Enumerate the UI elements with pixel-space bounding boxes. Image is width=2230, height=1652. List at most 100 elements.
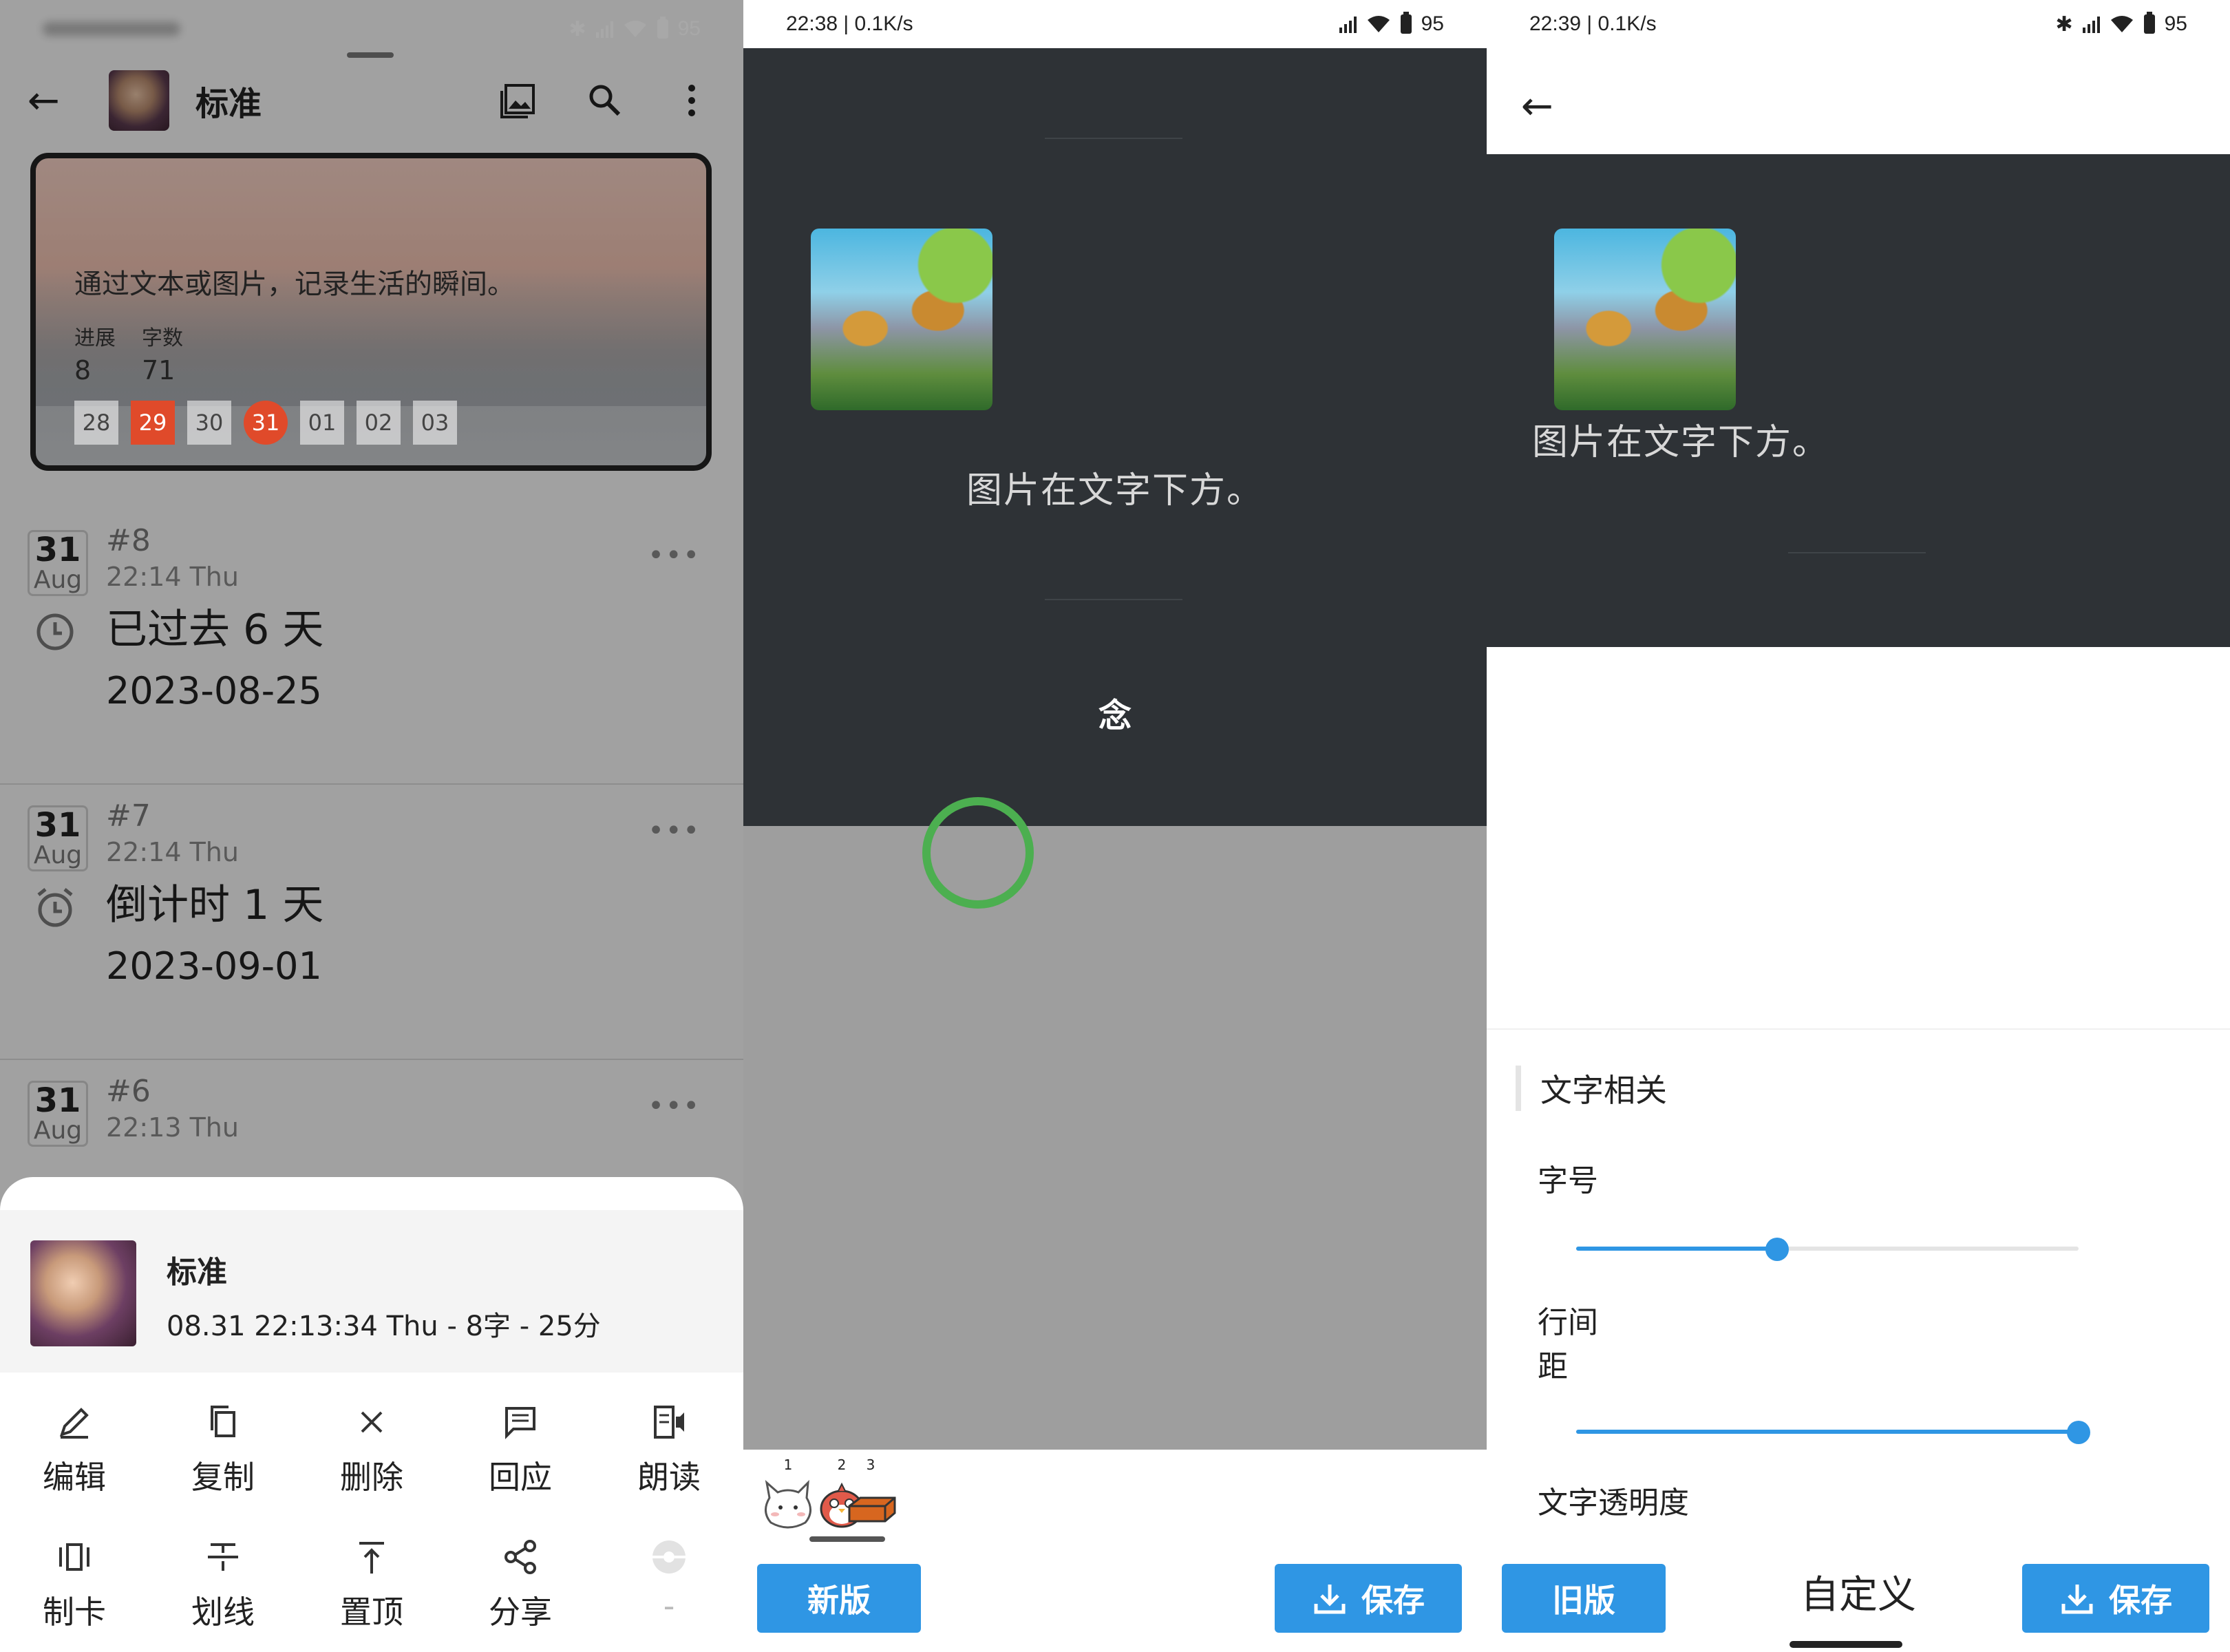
save-button[interactable]: 保存 (2022, 1564, 2209, 1633)
line-spacing-label: 行间 (1538, 1305, 1598, 1340)
battery-icon (657, 17, 668, 39)
gallery-icon[interactable] (494, 76, 542, 125)
diary-list-panel: ✱ 95 ← 标准 通过文本或图片，记录生活的瞬间。 进展 8 字数 71 28… (0, 0, 743, 1652)
divider (1487, 1028, 2230, 1030)
action-label: - (663, 1587, 675, 1624)
pencil-icon (55, 1397, 94, 1447)
card-caption: 图片在文字下方。 (966, 470, 1264, 511)
drag-handle[interactable] (347, 52, 394, 58)
read-aloud-button[interactable]: 朗读 (595, 1397, 743, 1521)
alarm-icon (37, 888, 73, 927)
status-bar: 22:39 | 0.1K/s ✱ 95 (1487, 0, 2230, 48)
day-chip[interactable]: 03 (413, 401, 457, 445)
make-card-button[interactable]: 制卡 (0, 1532, 149, 1652)
slider-thumb[interactable] (2067, 1421, 2090, 1444)
stat-value: 8 (74, 355, 92, 385)
date-badge: 31 Aug (28, 530, 88, 596)
section-accent-bar (1516, 1066, 1521, 1111)
status-time: 22:38 | 0.1K/s (786, 12, 913, 35)
day-chip[interactable]: 01 (300, 401, 344, 445)
preview-backdrop (743, 826, 1487, 1450)
more-horizontal-icon[interactable]: ••• (648, 815, 701, 847)
more-horizontal-icon[interactable]: ••• (648, 540, 701, 571)
brick-sticker-icon (848, 1496, 896, 1523)
back-arrow-icon[interactable]: ← (28, 78, 76, 123)
customize-panel: 22:39 | 0.1K/s ✱ 95 ← 图片在文字下方。 文字相关 字号 行… (1487, 0, 2230, 1652)
date-month: Aug (33, 841, 83, 869)
list-item[interactable]: 31 Aug #8 22:14 Thu ••• 已过去 6 天 2023-08-… (0, 509, 743, 785)
more-vertical-icon[interactable] (668, 76, 716, 125)
style-option[interactable]: 3 (833, 1457, 909, 1539)
clock-icon (36, 613, 74, 650)
wifi-icon (624, 21, 646, 37)
style-index: 3 (866, 1457, 875, 1473)
style-picker: 1 2 3 (743, 1450, 1487, 1550)
share-icon (501, 1532, 540, 1582)
old-version-button[interactable]: 旧版 (1502, 1564, 1666, 1633)
signal-icon (595, 20, 613, 38)
disabled-action-button: - (595, 1532, 743, 1652)
entry-time: 22:14 Thu (106, 837, 239, 867)
date-badge: 31 Aug (28, 805, 88, 871)
day-chip-marked[interactable]: 29 (131, 401, 175, 445)
sheet-header: 标准 08.31 22:13:34 Thu - 8字 - 25分 (0, 1210, 743, 1373)
strikethrough-button[interactable]: 划线 (149, 1532, 297, 1652)
day-chip[interactable]: 30 (187, 401, 231, 445)
strikethrough-icon (204, 1532, 242, 1582)
more-horizontal-icon[interactable]: ••• (648, 1090, 701, 1122)
day-chip[interactable]: 02 (357, 401, 401, 445)
summary-card[interactable]: 通过文本或图片，记录生活的瞬间。 进展 8 字数 71 28 29 30 31 … (30, 153, 712, 471)
avatar[interactable] (109, 70, 169, 131)
status-bar: 22:38 | 0.1K/s 95 (743, 0, 1487, 48)
save-button[interactable]: 保存 (1275, 1564, 1462, 1633)
delete-button[interactable]: 删除 (297, 1397, 446, 1521)
entry-heading: 已过去 6 天 (106, 606, 324, 654)
save-button-label: 保存 (1361, 1582, 1425, 1619)
download-icon (2061, 1585, 2093, 1614)
entry-time: 22:14 Thu (106, 562, 239, 592)
entry-number: #7 (106, 798, 151, 834)
share-button[interactable]: 分享 (446, 1532, 595, 1652)
slider-fill (1576, 1430, 2079, 1434)
sheet-meta: 08.31 22:13:34 Thu - 8字 - 25分 (167, 1311, 601, 1342)
edit-button[interactable]: 编辑 (0, 1397, 149, 1521)
signal-icon (2082, 15, 2100, 33)
battery-level: 95 (1421, 12, 1444, 35)
stat-progress: 进展 8 (74, 321, 116, 385)
wifi-icon (1367, 16, 1390, 32)
card-image (811, 229, 992, 410)
entry-number: #8 (106, 523, 151, 558)
divider (1045, 138, 1182, 139)
wifi-icon (2110, 16, 2133, 32)
action-label: 划线 (191, 1593, 255, 1631)
status-time: 22:39 | 0.1K/s (1529, 12, 1657, 35)
line-spacing-label-cont: 距 (1538, 1349, 1568, 1384)
search-icon[interactable] (581, 76, 629, 125)
list-item[interactable]: 31 Aug #7 22:14 Thu ••• 倒计时 1 天 2023-09-… (0, 785, 743, 1060)
action-label: 制卡 (43, 1593, 106, 1631)
action-label: 回应 (489, 1459, 552, 1496)
stat-label: 字数 (142, 326, 183, 350)
pin-top-button[interactable]: 置顶 (297, 1532, 446, 1652)
entry-time: 22:13 Thu (106, 1112, 239, 1143)
back-arrow-icon[interactable]: ← (1521, 84, 1553, 129)
tab-indicator (1790, 1641, 1902, 1648)
copy-button[interactable]: 复制 (149, 1397, 297, 1521)
stat-value: 71 (142, 355, 176, 385)
slider-thumb[interactable] (1765, 1238, 1789, 1261)
day-chip-today[interactable]: 31 (244, 401, 288, 445)
blurred-status-text (43, 22, 180, 36)
reply-button[interactable]: 回应 (446, 1397, 595, 1521)
day-chip[interactable]: 28 (74, 401, 118, 445)
new-version-button[interactable]: 新版 (757, 1564, 921, 1633)
tab-customize[interactable]: 自定义 (1762, 1564, 1955, 1620)
date-day: 31 (34, 531, 81, 569)
font-size-slider[interactable] (1576, 1235, 2079, 1262)
line-spacing-slider[interactable] (1576, 1418, 2090, 1446)
bluetooth-icon: ✱ (569, 17, 586, 41)
toolbar: ← (1487, 58, 2230, 154)
text-opacity-label: 文字透明度 (1538, 1485, 1689, 1521)
bluetooth-icon: ✱ (2055, 12, 2073, 36)
battery-level: 95 (2164, 12, 2187, 35)
battery-level: 95 (677, 17, 701, 40)
